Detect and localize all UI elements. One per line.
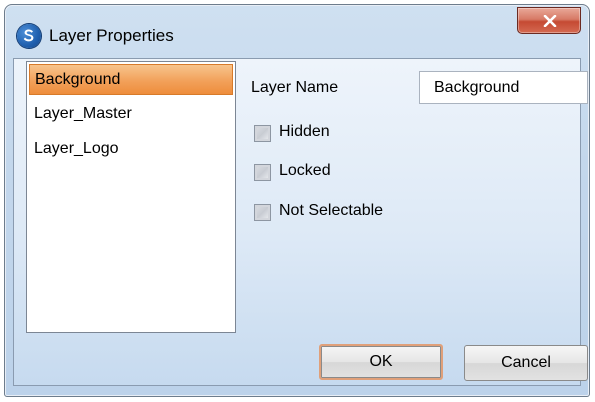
list-item-layer-logo[interactable]: Layer_Logo xyxy=(29,133,233,164)
locked-checkbox[interactable] xyxy=(254,164,271,181)
hidden-checkbox[interactable] xyxy=(254,125,271,142)
layer-properties-dialog: Layer Properties Background Layer_Master… xyxy=(4,4,590,397)
hidden-label[interactable]: Hidden xyxy=(279,123,330,141)
list-item-background[interactable]: Background xyxy=(29,64,233,95)
close-button[interactable] xyxy=(517,7,581,34)
close-icon xyxy=(543,15,557,27)
app-logo-icon xyxy=(17,24,41,48)
list-item-layer-master[interactable]: Layer_Master xyxy=(29,98,233,129)
ok-button[interactable]: OK xyxy=(319,344,443,380)
layer-list[interactable]: Background Layer_Master Layer_Logo xyxy=(26,61,236,333)
cancel-button[interactable]: Cancel xyxy=(464,345,588,381)
not-selectable-label[interactable]: Not Selectable xyxy=(279,202,383,220)
dialog-content: Background Layer_Master Layer_Logo Layer… xyxy=(13,58,588,386)
not-selectable-checkbox[interactable] xyxy=(254,204,271,221)
layer-name-label: Layer Name xyxy=(251,79,339,96)
window-title: Layer Properties xyxy=(49,26,174,45)
layer-name-input[interactable] xyxy=(419,71,588,104)
title-bar[interactable]: Layer Properties xyxy=(5,5,589,63)
locked-label[interactable]: Locked xyxy=(279,162,331,180)
